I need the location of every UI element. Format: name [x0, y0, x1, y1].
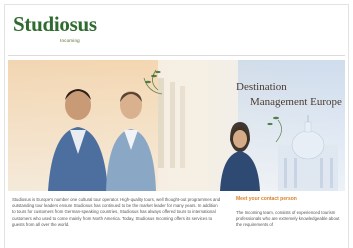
studiosus-logo[interactable]: Studiosus [13, 14, 97, 35]
header-divider [8, 55, 345, 56]
logo-subtitle: Incoming [60, 38, 80, 43]
contact-sidebar: Meet your contact person The Incoming te… [236, 196, 344, 229]
hero-title-line2: Management Europe [250, 96, 342, 108]
intro-text: Studiosus is Europe's number one cultura… [12, 197, 221, 228]
contact-heading[interactable]: Meet your contact person [236, 196, 344, 202]
hero-illustration [8, 60, 345, 191]
hero-banner: Destination Management Europe [8, 60, 345, 191]
contact-text: The Incoming team, consists of experienc… [236, 210, 340, 228]
logo-text-main: Studio [13, 12, 70, 36]
intro-paragraph: Studiosus is Europe's number one cultura… [12, 197, 221, 227]
hero-title-line1: Destination [236, 81, 287, 93]
logo-text-accent: sus [69, 12, 97, 36]
